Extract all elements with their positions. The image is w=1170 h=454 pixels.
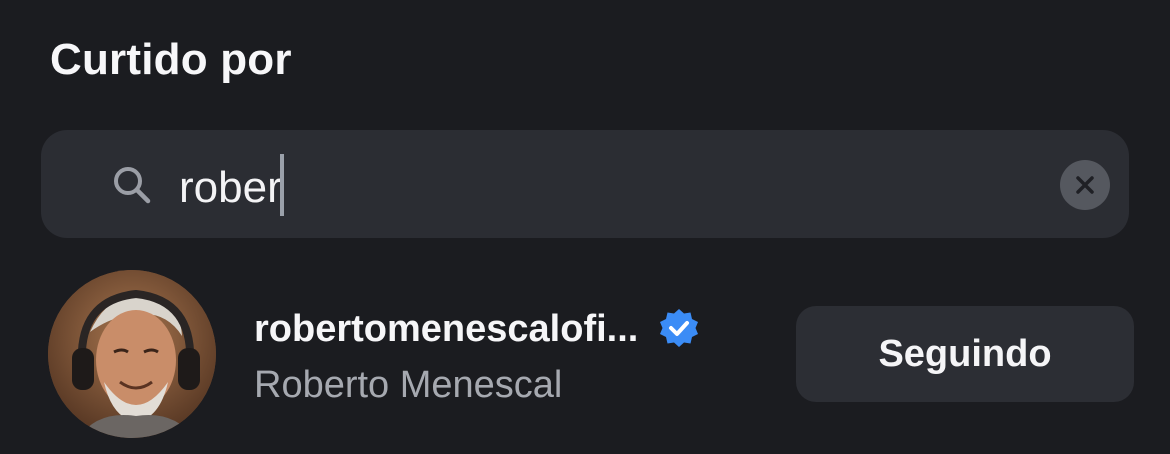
following-button[interactable]: Seguindo	[796, 306, 1134, 402]
text-cursor	[279, 154, 284, 216]
user-list-item[interactable]: robertomenescalofi... Roberto Menescal S…	[0, 266, 1170, 442]
username-line[interactable]: robertomenescalofi...	[254, 302, 701, 356]
search-icon	[111, 164, 153, 206]
verified-badge-icon	[659, 309, 698, 347]
search-input[interactable]: rober	[179, 154, 284, 218]
avatar[interactable]	[48, 270, 216, 438]
username[interactable]: robertomenescalofi...	[254, 302, 638, 356]
likes-screen: Curtido por rober robertomenescalofi... …	[0, 0, 1170, 454]
search-input-value: rober	[179, 163, 282, 212]
clear-icon	[1076, 176, 1094, 194]
full-name: Roberto Menescal	[254, 364, 563, 406]
search-field[interactable]: rober	[41, 130, 1129, 238]
clear-search-button[interactable]	[1060, 160, 1110, 210]
page-title: Curtido por	[50, 35, 292, 84]
